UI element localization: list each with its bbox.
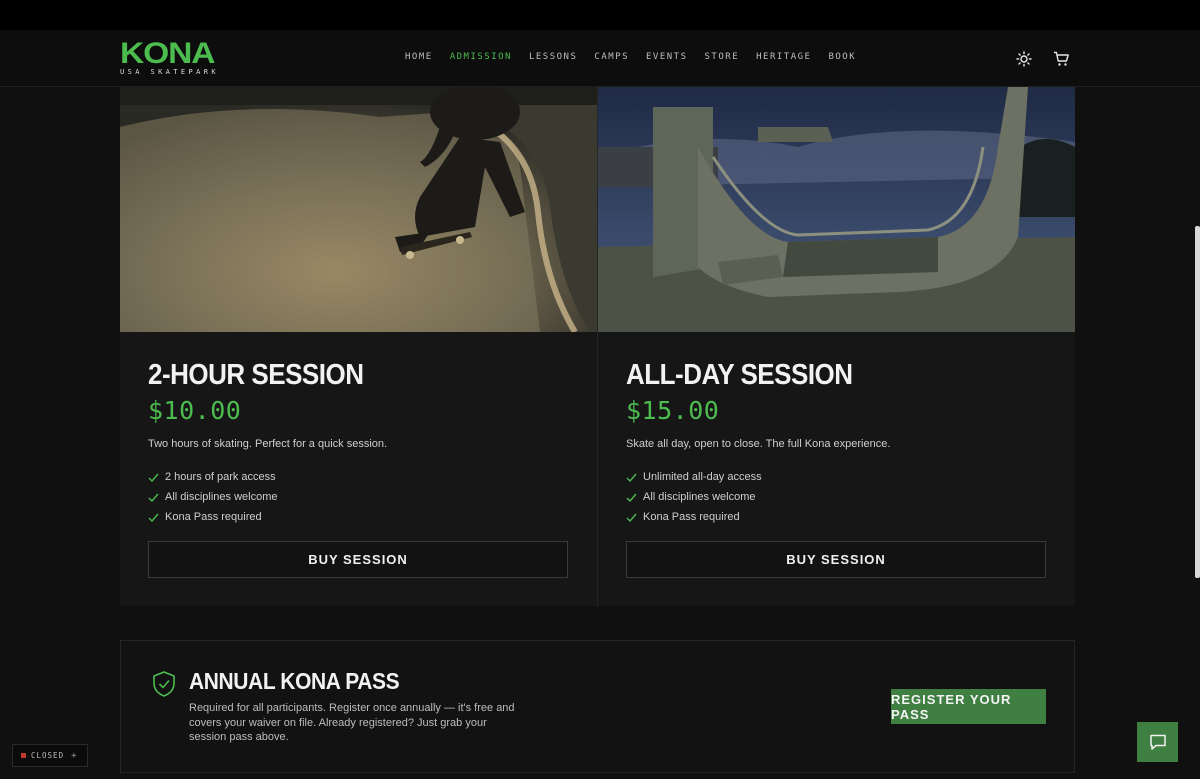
session-card-2-hour: 2-Hour Session $10.00 Two hours of skati…: [120, 87, 597, 606]
card-divider: [597, 87, 598, 606]
feature-label: 2 hours of park access: [165, 471, 276, 483]
session-price: $15.00: [626, 396, 720, 425]
feature-label: Kona Pass required: [643, 511, 740, 523]
sun-icon: [1016, 51, 1032, 67]
shield-check-icon: [153, 671, 175, 697]
session-card-body: 2-Hour Session $10.00 Two hours of skati…: [148, 357, 568, 527]
check-icon: [626, 513, 637, 522]
session-card-body: All-Day Session $15.00 Skate all day, op…: [626, 357, 1046, 527]
chat-button[interactable]: [1137, 722, 1178, 762]
feature-item: Kona Pass required: [626, 507, 1046, 527]
top-black-bar: [0, 0, 1200, 30]
session-description: Two hours of skating. Perfect for a quic…: [148, 438, 388, 450]
check-icon: [626, 493, 637, 502]
site-header: KONA USA SKATEPARK HOME ADMISSION LESSON…: [0, 30, 1200, 87]
nav-store[interactable]: STORE: [705, 52, 740, 62]
plus-icon: +: [71, 750, 77, 761]
feature-label: Kona Pass required: [165, 511, 262, 523]
main-nav: HOME ADMISSION LESSONS CAMPS EVENTS STOR…: [405, 52, 873, 62]
page-scrollbar[interactable]: [1195, 226, 1200, 578]
chat-bubble-icon: [1149, 734, 1166, 750]
session-card-all-day: All-Day Session $15.00 Skate all day, op…: [598, 87, 1075, 606]
feature-label: Unlimited all-day access: [643, 471, 762, 483]
check-icon: [148, 493, 159, 502]
nav-book[interactable]: BOOK: [828, 52, 856, 62]
feature-list: 2 hours of park access All disciplines w…: [148, 467, 568, 527]
park-status-badge[interactable]: CLOSED +: [12, 744, 88, 767]
annual-pass-panel: Annual Kona Pass Required for all partic…: [120, 640, 1075, 773]
pass-description: Required for all participants. Register …: [189, 702, 515, 743]
feature-label: All disciplines welcome: [643, 491, 756, 503]
logo-wordmark: KONA: [120, 37, 216, 70]
kona-logo[interactable]: KONA USA SKATEPARK: [120, 39, 228, 77]
nav-admission[interactable]: ADMISSION: [450, 52, 512, 62]
nav-home[interactable]: HOME: [405, 52, 433, 62]
status-label: CLOSED: [31, 751, 65, 760]
feature-item: All disciplines welcome: [626, 487, 1046, 507]
session-description: Skate all day, open to close. The full K…: [626, 438, 891, 450]
pass-title: Annual Kona Pass: [189, 669, 400, 695]
feature-item: Unlimited all-day access: [626, 467, 1046, 487]
feature-item: Kona Pass required: [148, 507, 568, 527]
feature-item: 2 hours of park access: [148, 467, 568, 487]
theme-toggle-button[interactable]: [1013, 48, 1035, 70]
cart-icon: [1053, 51, 1069, 66]
session-price: $10.00: [148, 396, 242, 425]
check-icon: [148, 473, 159, 482]
check-icon: [626, 473, 637, 482]
nav-events[interactable]: EVENTS: [646, 52, 688, 62]
feature-item: All disciplines welcome: [148, 487, 568, 507]
session-title: 2-Hour Session: [148, 357, 364, 391]
skater-bowl-photo: [120, 87, 597, 332]
buy-session-button[interactable]: Buy Session: [626, 541, 1046, 578]
nav-heritage[interactable]: HERITAGE: [756, 52, 811, 62]
feature-label: All disciplines welcome: [165, 491, 278, 503]
feature-list: Unlimited all-day access All disciplines…: [626, 467, 1046, 527]
status-dot: [21, 753, 26, 758]
session-title: All-Day Session: [626, 357, 853, 391]
check-icon: [148, 513, 159, 522]
buy-session-button[interactable]: Buy Session: [148, 541, 568, 578]
nav-camps[interactable]: CAMPS: [594, 52, 629, 62]
cart-button[interactable]: [1050, 48, 1072, 70]
register-pass-button[interactable]: Register Your Pass: [891, 689, 1046, 724]
halfpipe-photo: [598, 87, 1075, 332]
nav-lessons[interactable]: LESSONS: [529, 52, 577, 62]
